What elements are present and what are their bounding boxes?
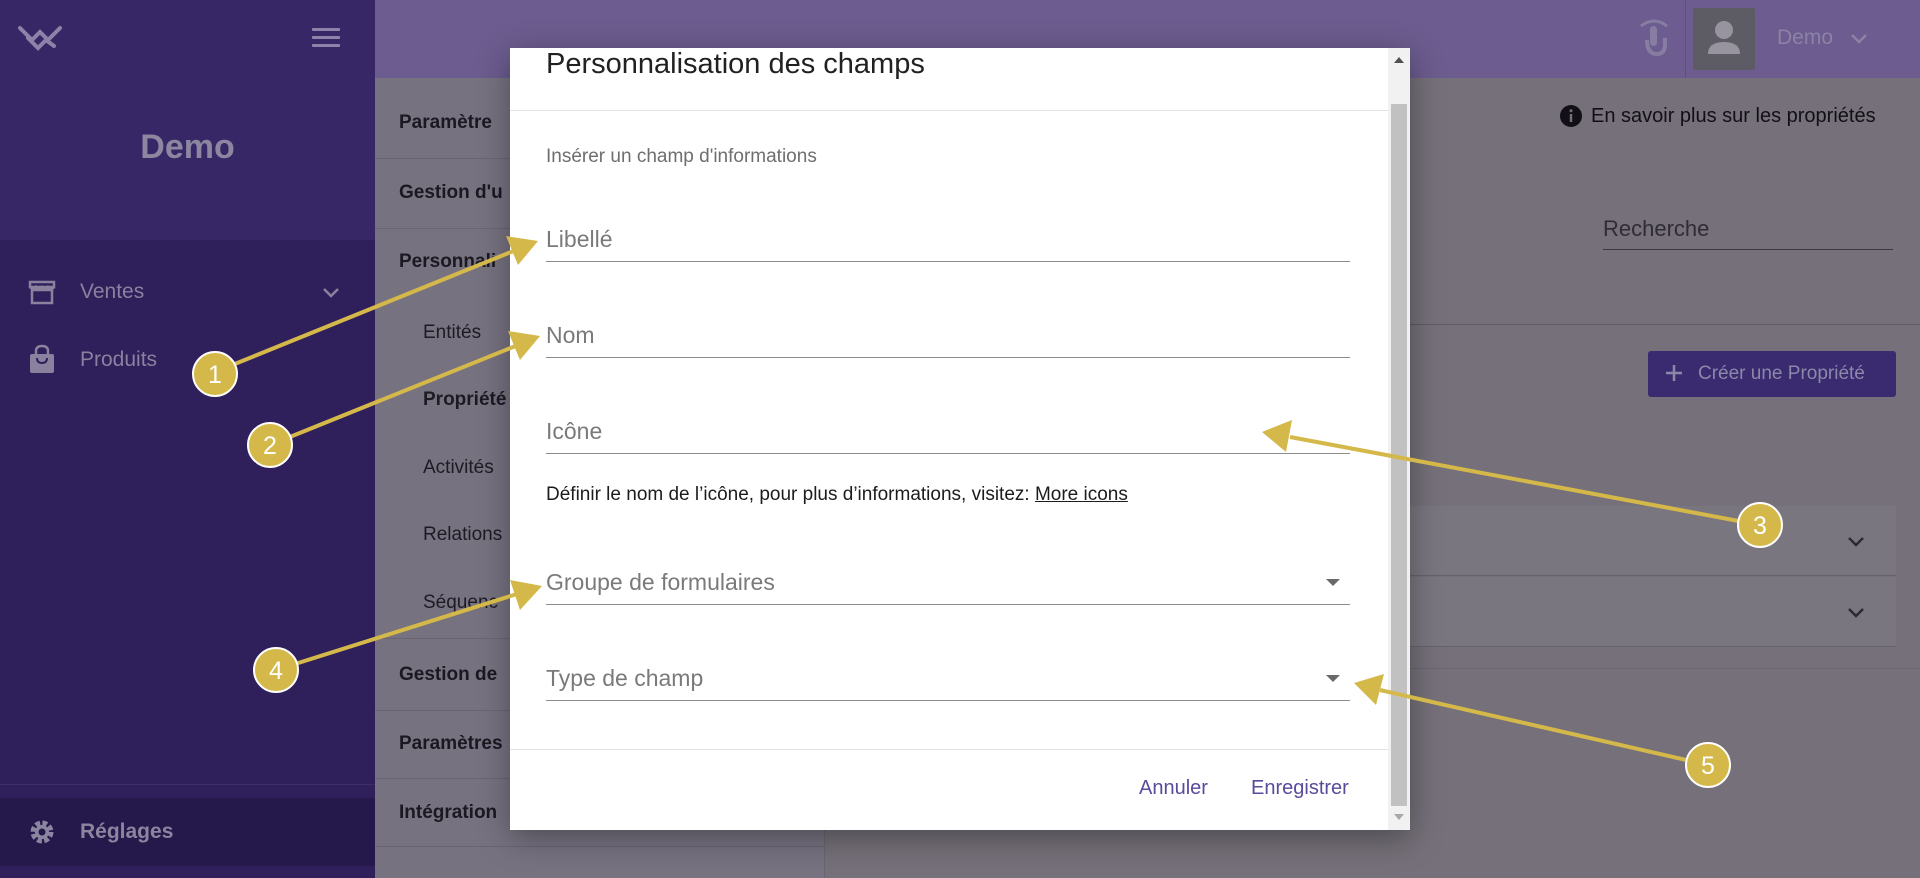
field-customization-dialog: Personnalisation des champs Insérer un c…: [510, 48, 1410, 830]
menu-item-relations[interactable]: Relations: [423, 524, 502, 546]
sidebar-item-reglages[interactable]: Réglages: [0, 798, 375, 866]
menu-separator: [375, 846, 825, 847]
chevron-down-icon[interactable]: [1849, 28, 1869, 48]
org-name: Demo: [140, 128, 235, 166]
create-property-button[interactable]: Créer une Propriété: [1648, 351, 1896, 397]
scroll-down-icon[interactable]: [1394, 814, 1404, 820]
scrollbar-thumb[interactable]: [1391, 104, 1407, 806]
sidebar-brand-area: Demo: [0, 0, 375, 240]
form-group-placeholder: Groupe de formulaires: [546, 569, 775, 595]
field-type-select[interactable]: Type de champ: [546, 649, 1350, 701]
sidebar: Demo Ventes Produits Réglages: [0, 0, 375, 878]
search-input[interactable]: Recherche: [1603, 208, 1893, 250]
create-property-label: Créer une Propriété: [1698, 363, 1865, 384]
search-placeholder: Recherche: [1603, 216, 1710, 241]
menu-item-parametres[interactable]: Paramètres: [399, 733, 503, 755]
sidebar-item-produits[interactable]: Produits: [0, 332, 375, 388]
learn-more-text: En savoir plus sur les propriétés: [1591, 104, 1876, 127]
menu-item-personnalisation[interactable]: Personnali: [399, 251, 496, 273]
plus-icon: [1666, 365, 1682, 381]
sidebar-item-label: Ventes: [80, 280, 145, 303]
chevron-down-icon: [1848, 608, 1864, 618]
touch-gesture-icon[interactable]: [1633, 16, 1675, 58]
info-icon: [1560, 105, 1582, 127]
dropdown-arrow-icon: [1326, 579, 1340, 586]
section-label: Insérer un champ d'informations: [546, 146, 817, 167]
sidebar-divider: [0, 784, 375, 785]
icon-helper-label: Définir le nom de l’icône, pour plus d’i…: [546, 484, 1035, 505]
label-field[interactable]: Libellé: [546, 210, 1350, 262]
icon-field-placeholder: Icône: [546, 418, 603, 444]
sidebar-item-ventes[interactable]: Ventes: [0, 264, 375, 320]
save-button[interactable]: Enregistrer: [1251, 777, 1349, 800]
menu-item-proprietes[interactable]: Propriété: [423, 389, 506, 411]
cancel-button[interactable]: Annuler: [1139, 777, 1208, 800]
menu-item-activites[interactable]: Activités: [423, 457, 494, 479]
gear-icon: [30, 820, 54, 844]
chevron-down-icon: [323, 288, 339, 298]
scroll-up-icon[interactable]: [1394, 57, 1404, 63]
store-icon: [28, 280, 56, 305]
sidebar-item-label: Réglages: [80, 820, 174, 843]
sidebar-item-label: Produits: [80, 348, 158, 371]
user-icon: [1708, 21, 1740, 54]
name-field-placeholder: Nom: [546, 322, 595, 348]
dropdown-arrow-icon: [1326, 675, 1340, 682]
menu-item-integration[interactable]: Intégration: [399, 802, 497, 824]
shopping-bag-icon: [30, 344, 54, 373]
app-logo-icon: [18, 26, 62, 51]
learn-more-link[interactable]: En savoir plus sur les propriétés: [1559, 104, 1876, 128]
dialog-header-divider: [510, 110, 1388, 111]
user-name[interactable]: Demo: [1777, 26, 1833, 50]
icon-helper-text: Définir le nom de l’icône, pour plus d’i…: [546, 484, 1128, 506]
menu-item-gestion[interactable]: Gestion de: [399, 664, 497, 686]
menu-item-gestion-utilisateurs[interactable]: Gestion d'u: [399, 182, 503, 204]
menu-item-parametre[interactable]: Paramètre: [399, 112, 492, 134]
field-type-placeholder: Type de champ: [546, 665, 704, 691]
dialog-title: Personnalisation des champs: [546, 48, 925, 80]
form-group-select[interactable]: Groupe de formulaires: [546, 553, 1350, 605]
more-icons-link[interactable]: More icons: [1035, 484, 1128, 505]
icon-field[interactable]: Icône: [546, 402, 1350, 454]
menu-toggle-icon[interactable]: [312, 28, 340, 50]
topbar-divider: [1685, 0, 1686, 78]
avatar[interactable]: [1693, 8, 1755, 70]
dialog-footer-divider: [510, 749, 1388, 750]
menu-item-entites[interactable]: Entités: [423, 322, 481, 344]
label-field-placeholder: Libellé: [546, 226, 613, 252]
menu-item-sequences[interactable]: Séquenc: [423, 592, 498, 614]
dialog-scrollbar[interactable]: [1388, 48, 1410, 830]
name-field[interactable]: Nom: [546, 306, 1350, 358]
chevron-down-icon: [1848, 537, 1864, 547]
